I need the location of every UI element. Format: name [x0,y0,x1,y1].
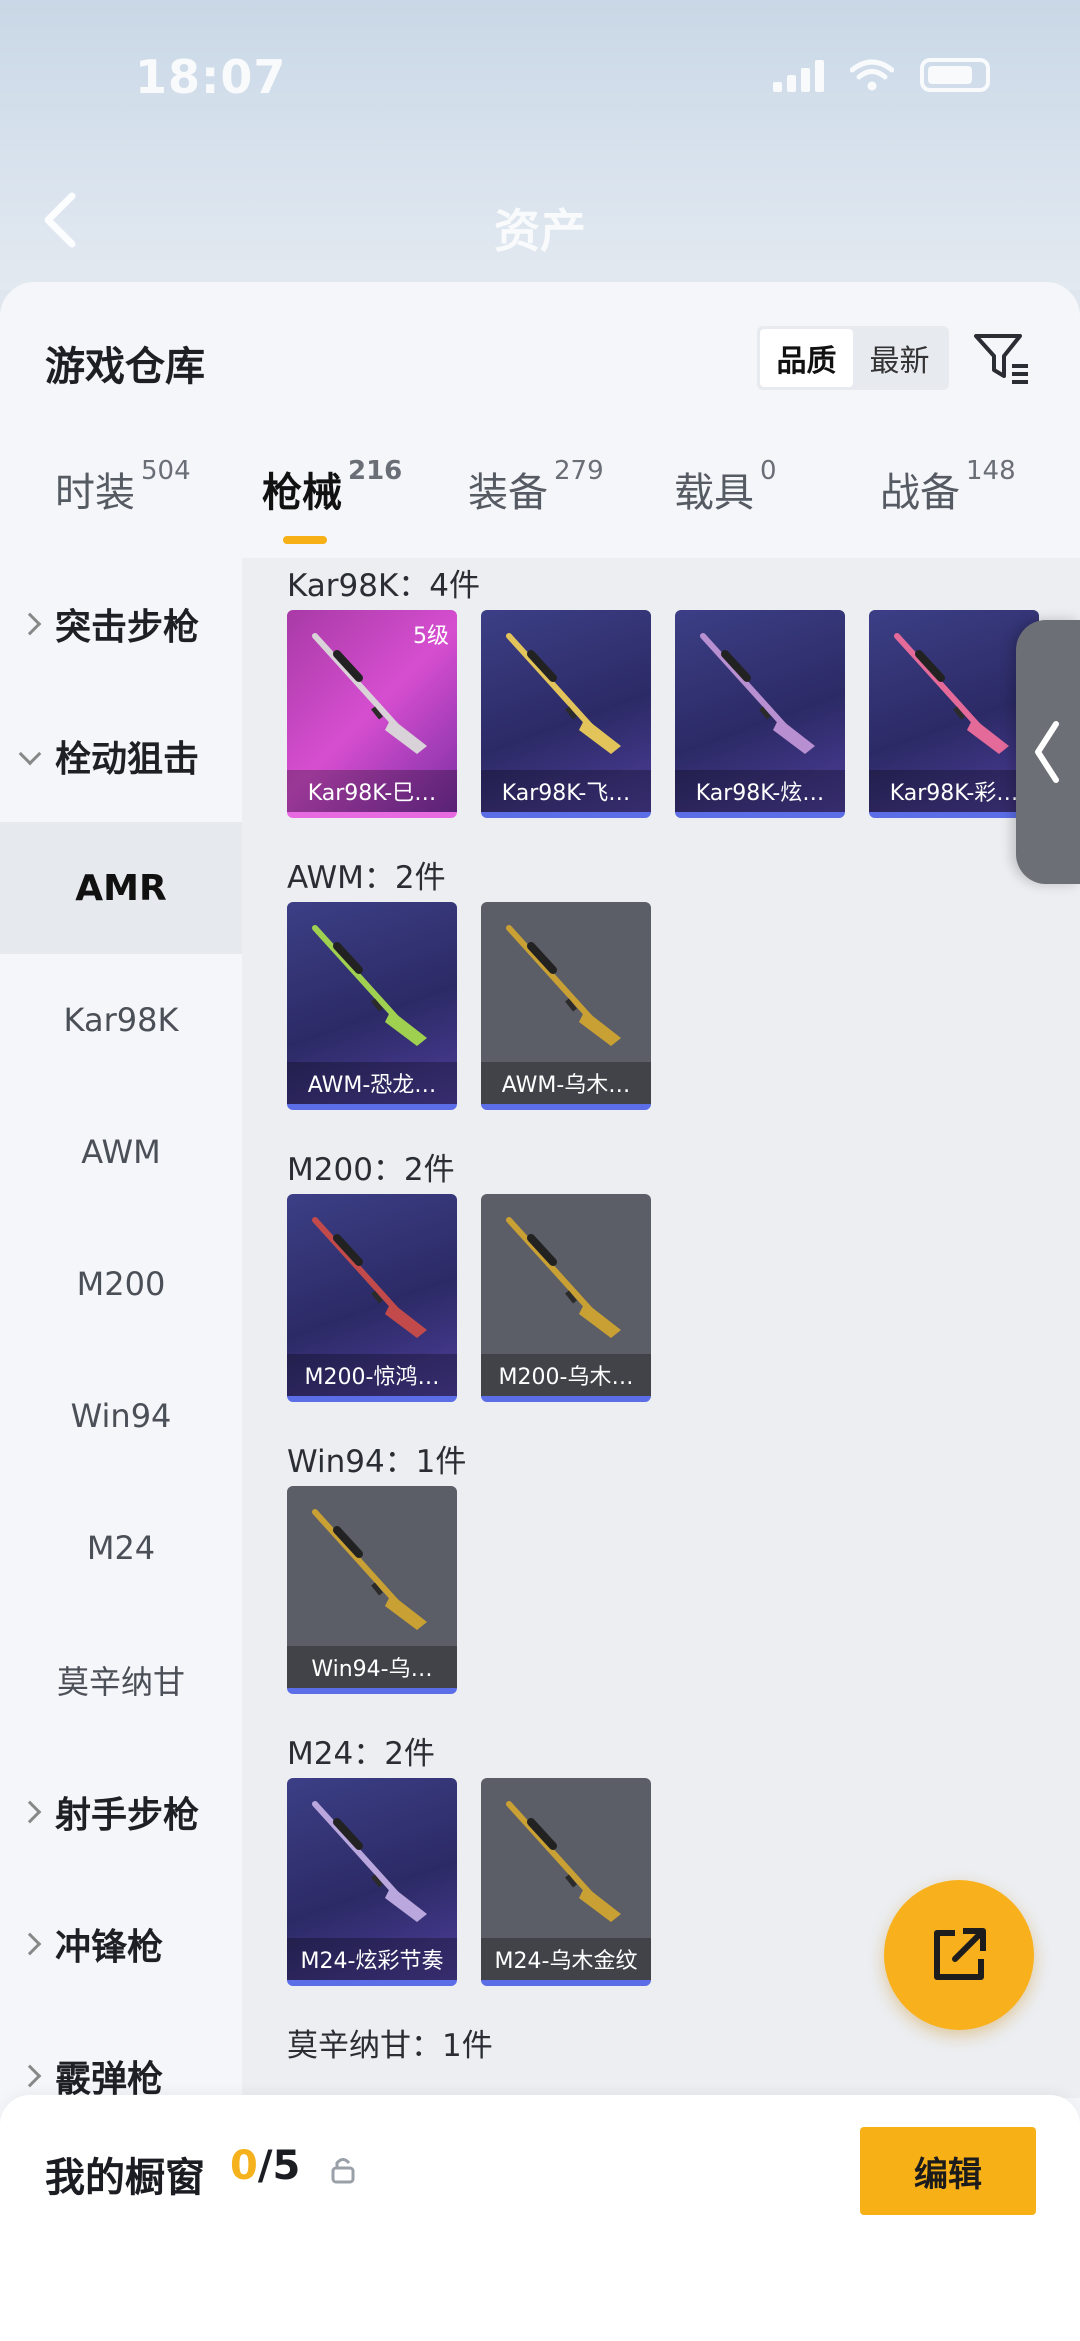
battery-icon [920,58,990,92]
sort-quality-button[interactable]: 品质 [760,329,853,387]
active-tab-indicator [283,536,327,544]
sidebar-item-m24[interactable]: M24 [0,1482,242,1614]
group-title: M24：2件 [287,1736,435,1772]
weapon-name: Kar98K-飞… [481,770,651,812]
group-title: 莫辛纳甘：1件 [287,2028,493,2064]
rifle-icon [700,633,815,754]
share-external-icon [934,1928,986,1980]
weapon-card[interactable]: 5级 Kar98K-巳… [287,610,457,818]
status-time: 18:07 [135,50,287,104]
weapon-card[interactable]: Win94-乌… [287,1486,457,1694]
rifle-icon [506,925,621,1046]
showcase-count: 0/5 [230,2143,301,2189]
weapon-card[interactable]: AWM-乌木… [481,902,651,1110]
rifle-icon [506,1801,621,1922]
weapon-card[interactable]: Kar98K-飞… [481,610,651,818]
sidebar-item-marksman-rifles[interactable]: 射手步枪 [0,1746,242,1878]
tab-equipment[interactable]: 装备 279 [468,456,604,518]
rifle-icon [894,633,1009,754]
weapon-card[interactable]: Kar98K-炫… [675,610,845,818]
group-title: Kar98K：4件 [287,568,481,604]
sidebar-item-win94[interactable]: Win94 [0,1350,242,1482]
chevron-right-icon [18,1932,42,1956]
status-icons [773,58,990,92]
warehouse-panel: 游戏仓库 品质 最新 时装 504 枪械 216 装备 279 载具 0 战备 148 突… [0,282,1080,2341]
showcase-label: 我的橱窗 [45,2155,205,2201]
group-title: M200：2件 [287,1152,455,1188]
weapon-card[interactable]: M24-炫彩节奏 [287,1778,457,1986]
filter-icon[interactable] [972,330,1032,386]
sidebar-item-m200[interactable]: M200 [0,1218,242,1350]
rifle-icon [506,1217,621,1338]
sidebar-item-kar98k[interactable]: Kar98K [0,954,242,1086]
top-header: 18:07 资产 [0,0,1080,290]
weapon-name: Kar98K-巳… [287,770,457,812]
sort-newest-button[interactable]: 最新 [853,329,946,387]
weapon-card[interactable]: AWM-恐龙… [287,902,457,1110]
sidebar-item-smg[interactable]: 冲锋枪 [0,1878,242,2010]
sidebar-item-mosin-nagant[interactable]: 莫辛纳甘 [0,1614,242,1746]
weapon-name: M200-乌木… [481,1354,651,1396]
sort-toggle: 品质 最新 [757,326,949,390]
tab-combat-supplies[interactable]: 战备 148 [880,456,1016,518]
rifle-icon [506,633,621,754]
weapon-name: AWM-乌木… [481,1062,651,1104]
share-button[interactable] [884,1880,1034,2030]
cellular-signal-icon [773,58,824,92]
sidebar-item-awm[interactable]: AWM [0,1086,242,1218]
tab-firearms[interactable]: 枪械 216 [262,456,402,518]
showcase-bar: 我的橱窗 0/5 编辑 [0,2095,1080,2341]
weapon-name: AWM-恐龙… [287,1062,457,1104]
group-title: Win94：1件 [287,1444,467,1480]
chevron-right-icon [18,1800,42,1824]
side-drawer-handle[interactable] [1016,620,1080,884]
weapon-name: Win94-乌… [287,1646,457,1688]
weapon-sidebar: 突击步枪 栓动狙击 AMR Kar98K AWM M200 Win94 M24 … [0,558,242,2341]
wifi-icon [850,59,894,91]
weapon-grid: Kar98K：4件 5级 Kar98K-巳… Kar98K-飞… Kar98K-炫… Ka… [242,558,1080,2098]
tab-vehicles[interactable]: 载具 0 [674,456,777,518]
lock-icon [331,2158,355,2184]
sidebar-item-amr[interactable]: AMR [0,822,242,954]
tab-costume[interactable]: 时装 504 [55,456,191,518]
chevron-right-icon [18,2064,42,2088]
level-badge: 5级 [413,624,449,649]
chevron-down-icon [18,742,42,766]
weapon-card[interactable]: M200-惊鸿… [287,1194,457,1402]
weapon-name: Kar98K-彩… [869,770,1039,812]
weapon-card[interactable]: M200-乌木… [481,1194,651,1402]
sidebar-item-assault-rifles[interactable]: 突击步枪 [0,558,242,690]
rifle-icon [312,1801,427,1922]
rifle-icon [312,1217,427,1338]
panel-title: 游戏仓库 [45,344,205,390]
group-title: AWM：2件 [287,860,446,896]
weapon-name: Kar98K-炫… [675,770,845,812]
weapon-card[interactable]: M24-乌木金纹 [481,1778,651,1986]
chevron-left-icon [1035,721,1059,783]
sidebar-item-bolt-sniper[interactable]: 栓动狙击 [0,690,242,822]
page-title: 资产 [494,204,586,258]
rifle-icon [312,925,427,1046]
weapon-name: M200-惊鸿… [287,1354,457,1396]
weapon-card[interactable]: Kar98K-彩… [869,610,1039,818]
edit-button[interactable]: 编辑 [860,2127,1036,2215]
rifle-icon [312,1509,427,1630]
chevron-right-icon [18,612,42,636]
weapon-name: M24-炫彩节奏 [287,1938,457,1980]
weapon-name: M24-乌木金纹 [481,1938,651,1980]
category-tabs: 时装 504 枪械 216 装备 279 载具 0 战备 148 [0,456,1080,550]
